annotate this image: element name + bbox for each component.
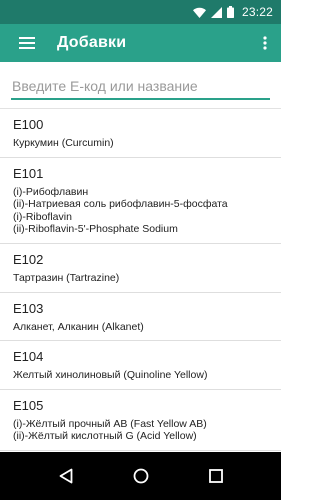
additive-code: E105 <box>13 397 44 413</box>
additive-code: E100 <box>13 117 44 132</box>
home-icon[interactable] <box>121 456 161 496</box>
list-item[interactable]: E100 Куркумин (Curcumin) <box>0 109 281 158</box>
additive-code: E102 <box>13 251 44 267</box>
additive-code: E103 <box>13 300 44 316</box>
additive-name: (ii)-Натриевая соль рибофлавин-5-фосфата <box>13 198 228 211</box>
signal-icon <box>210 6 222 18</box>
search-input[interactable] <box>11 76 270 100</box>
additive-name: (i)-Рибофлавин <box>13 185 89 198</box>
back-icon[interactable] <box>46 456 86 496</box>
additive-code: E104 <box>13 349 44 365</box>
additive-list[interactable]: E100 Куркумин (Curcumin) E101 (i)-Рибофлави… <box>0 108 281 452</box>
status-bar: 23:22 <box>0 0 281 24</box>
list-item[interactable]: E105 (i)-Жёлтый прочный АВ (Fast Yellow A… <box>0 390 281 451</box>
list-item[interactable]: E102 Тартразин (Tartrazine) <box>0 244 281 293</box>
clock: 23:22 <box>241 5 273 19</box>
page-title: Добавки <box>57 34 127 51</box>
additive-name: Тартразин (Tartrazine) <box>13 271 120 284</box>
hamburger-menu-icon[interactable] <box>10 24 44 62</box>
battery-icon <box>226 6 234 18</box>
app-bar: Добавки <box>0 24 281 62</box>
additive-name: Куркумин (Curcumin) <box>13 137 114 149</box>
additive-name: (i)-Жёлтый прочный АВ (Fast Yellow AB) <box>13 417 207 430</box>
additive-name: (ii)-Riboflavin-5'-Phosphate Sodium <box>13 223 178 236</box>
additive-name: (i)-Riboflavin <box>13 210 72 223</box>
more-vert-icon[interactable] <box>257 24 273 62</box>
list-item[interactable]: E101 (i)-Рибофлавин (ii)-Натриевая соль ри… <box>0 158 281 244</box>
additive-name: (ii)-Жёлтый кислотный G (Acid Yellow) <box>13 430 197 443</box>
additive-name: Желтый хинолиновый (Quinoline Yellow) <box>13 369 208 382</box>
wifi-icon <box>192 7 206 18</box>
search-bar <box>0 62 281 108</box>
additive-code: E101 <box>13 165 44 181</box>
recents-icon[interactable] <box>196 456 236 496</box>
system-nav-bar <box>0 452 281 500</box>
list-item[interactable]: E103 Алканет, Алканин (Alkanet) <box>0 293 281 342</box>
additive-name: Алканет, Алканин (Alkanet) <box>13 320 144 333</box>
list-item[interactable]: E104 Желтый хинолиновый (Quinoline Yellow… <box>0 341 281 390</box>
